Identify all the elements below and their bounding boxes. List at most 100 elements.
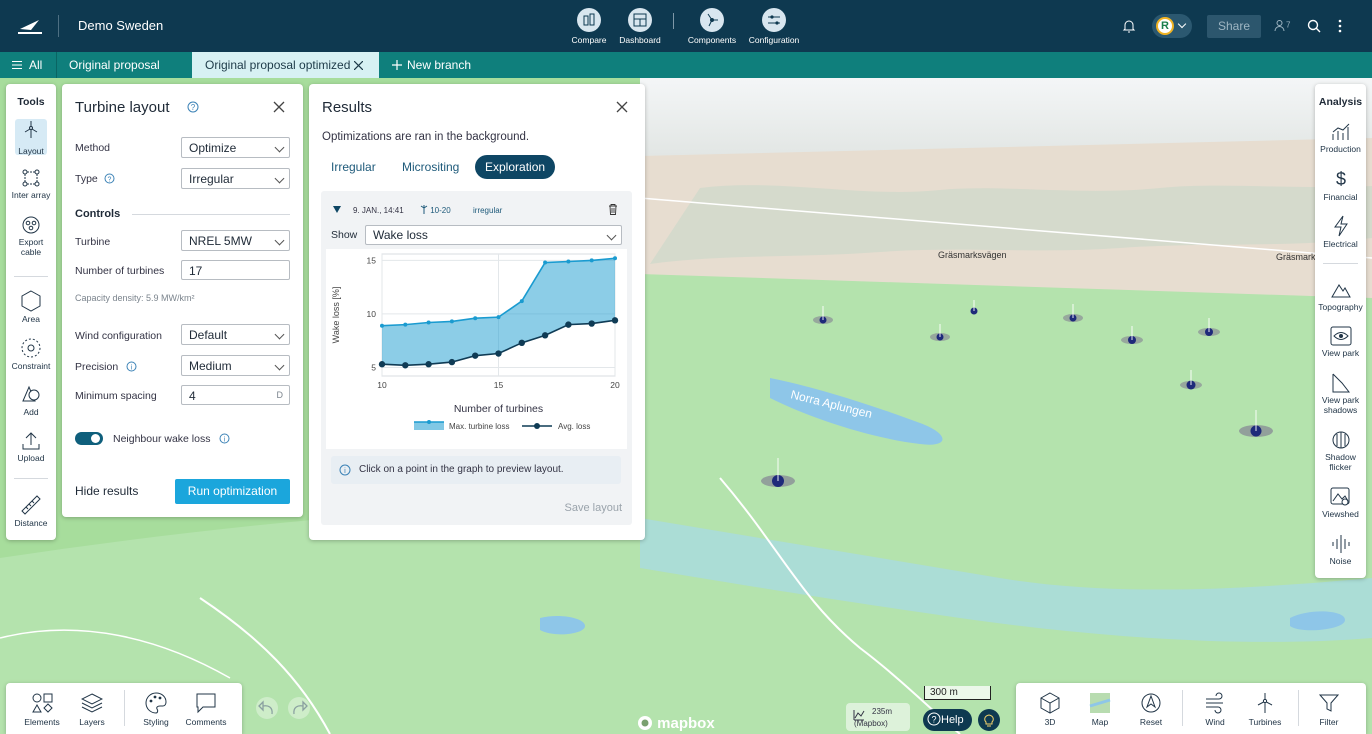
nav-compare[interactable]: Compare bbox=[571, 8, 607, 45]
nav-components[interactable]: Components bbox=[686, 8, 738, 45]
mapbox-text: mapbox bbox=[657, 715, 715, 732]
avg-loss-point[interactable] bbox=[541, 332, 549, 339]
tool-area[interactable]: Area bbox=[6, 290, 56, 324]
precision-value: Medium bbox=[189, 359, 232, 373]
num-turbines-input[interactable]: 17 bbox=[181, 260, 290, 280]
cable-icon bbox=[22, 216, 40, 234]
tab-micrositing[interactable]: Micrositing bbox=[393, 155, 468, 179]
wind-config-label: Wind configuration bbox=[75, 330, 162, 342]
tool-distance[interactable]: Distance bbox=[6, 494, 56, 528]
view-3d-button[interactable]: 3D bbox=[1034, 692, 1066, 727]
tab-original-proposal[interactable]: Original proposal bbox=[57, 52, 191, 78]
analysis-view-park[interactable]: View park bbox=[1315, 326, 1366, 358]
user-menu[interactable]: R bbox=[1152, 14, 1192, 38]
reset-view-button[interactable]: Reset bbox=[1134, 692, 1168, 727]
avg-loss-point[interactable] bbox=[425, 361, 432, 368]
tool-export-cable[interactable]: Export cable bbox=[6, 215, 56, 257]
wind-config-select[interactable]: Default bbox=[181, 324, 290, 345]
analysis-electrical[interactable]: Electrical bbox=[1315, 215, 1366, 249]
collapse-triangle-icon[interactable] bbox=[333, 206, 341, 213]
comments-button[interactable]: Comments bbox=[182, 692, 230, 727]
share-button[interactable]: Share bbox=[1207, 15, 1261, 38]
analysis-noise[interactable]: Noise bbox=[1315, 534, 1366, 566]
avg-loss-point[interactable] bbox=[565, 321, 572, 328]
tips-button[interactable] bbox=[978, 709, 1000, 731]
avg-loss-point[interactable] bbox=[518, 339, 525, 347]
show-select[interactable]: Wake loss bbox=[365, 225, 622, 245]
turbines-button[interactable]: Turbines bbox=[1246, 692, 1284, 727]
elements-button[interactable]: Elements bbox=[18, 692, 66, 727]
method-select[interactable]: Optimize bbox=[181, 137, 290, 158]
close-icon[interactable] bbox=[616, 101, 628, 113]
tool-label: Constraint bbox=[11, 361, 51, 371]
type-select[interactable]: Irregular bbox=[181, 168, 290, 189]
info-icon[interactable]: ? bbox=[104, 173, 115, 184]
tool-inter-array[interactable]: Inter array bbox=[6, 168, 56, 200]
styling-button[interactable]: Styling bbox=[136, 692, 176, 727]
more-menu-button[interactable] bbox=[1337, 19, 1343, 38]
hide-results-button[interactable]: Hide results bbox=[75, 484, 138, 498]
redo-button[interactable] bbox=[288, 697, 310, 719]
tab-all[interactable]: All bbox=[12, 52, 56, 78]
help-icon[interactable]: ? bbox=[187, 101, 199, 113]
new-branch-button[interactable]: New branch bbox=[392, 52, 492, 78]
help-button[interactable]: ? Help bbox=[923, 709, 972, 731]
analysis-topography[interactable]: Topography bbox=[1315, 280, 1366, 312]
tool-label: Inter array bbox=[11, 190, 51, 200]
analysis-financial[interactable]: $ Financial bbox=[1315, 168, 1366, 202]
analysis-viewshed[interactable]: Viewshed bbox=[1315, 487, 1366, 519]
nav-configuration[interactable]: Configuration bbox=[746, 8, 802, 45]
avg-loss-point[interactable] bbox=[495, 350, 502, 357]
elevation-readout: 235m (Mapbox) bbox=[846, 703, 910, 731]
avg-loss-point[interactable] bbox=[588, 320, 595, 327]
analysis-shadow-flicker[interactable]: Shadow flicker bbox=[1315, 430, 1366, 472]
project-title[interactable]: Demo Sweden bbox=[78, 18, 163, 33]
close-tab-icon[interactable] bbox=[354, 61, 363, 70]
sound-wave-icon bbox=[1332, 535, 1349, 553]
tool-constraint[interactable]: Constraint bbox=[6, 337, 56, 371]
turbine-icon bbox=[1257, 693, 1273, 713]
top-bar: Demo Sweden Compare Dashboard Components… bbox=[0, 0, 1372, 52]
mapbox-logo[interactable]: mapbox bbox=[637, 715, 715, 732]
avg-loss-point[interactable] bbox=[448, 358, 456, 366]
avg-loss-point[interactable] bbox=[472, 352, 479, 359]
user-count[interactable]: 7 bbox=[1273, 19, 1290, 32]
neighbour-wake-toggle[interactable] bbox=[75, 432, 103, 445]
undo-button[interactable] bbox=[256, 697, 278, 719]
turbine-select[interactable]: NREL 5MW bbox=[181, 230, 290, 251]
run-optimization-button[interactable]: Run optimization bbox=[175, 479, 290, 504]
wake-loss-chart[interactable]: 10 15 2051015Wake loss [%]Number of turbin… bbox=[326, 249, 627, 449]
notifications-button[interactable] bbox=[1121, 18, 1137, 39]
tool-add[interactable]: Add bbox=[6, 383, 56, 417]
wind-button[interactable]: Wind bbox=[1198, 692, 1232, 727]
tab-original-proposal-optimized[interactable]: Original proposal optimized bbox=[192, 52, 379, 78]
avg-loss-point[interactable] bbox=[402, 362, 409, 369]
analysis-view-park-shadows[interactable]: View park shadows bbox=[1315, 373, 1366, 415]
question-circle-icon: ? bbox=[927, 712, 941, 726]
undo-icon bbox=[258, 700, 273, 715]
type-value: Irregular bbox=[189, 172, 234, 186]
precision-select[interactable]: Medium bbox=[181, 355, 290, 376]
tool-label: View park shadows bbox=[1321, 395, 1360, 415]
avg-loss-point[interactable] bbox=[611, 317, 619, 324]
close-icon[interactable] bbox=[273, 101, 285, 113]
min-spacing-input[interactable]: 4D bbox=[181, 385, 290, 405]
info-icon[interactable]: i bbox=[126, 361, 137, 372]
filter-button[interactable]: Filter bbox=[1312, 692, 1346, 727]
search-button[interactable] bbox=[1307, 19, 1321, 38]
info-icon[interactable]: i bbox=[219, 433, 230, 444]
nav-dashboard[interactable]: Dashboard bbox=[619, 8, 661, 45]
analysis-production[interactable]: Production bbox=[1315, 122, 1366, 154]
tab-exploration[interactable]: Exploration bbox=[475, 155, 556, 179]
avg-loss-point[interactable] bbox=[378, 361, 386, 368]
layers-button[interactable]: Layers bbox=[72, 692, 112, 727]
map-style-button[interactable]: Map bbox=[1084, 692, 1116, 727]
app-logo[interactable] bbox=[17, 17, 43, 35]
tool-layout[interactable]: Layout bbox=[15, 119, 47, 156]
save-layout-button[interactable]: Save layout bbox=[565, 502, 622, 514]
tab-irregular[interactable]: Irregular bbox=[322, 155, 385, 179]
dollar-icon: $ bbox=[1335, 169, 1345, 189]
elements-icon bbox=[32, 693, 53, 713]
tool-upload[interactable]: Upload bbox=[6, 431, 56, 463]
trash-icon[interactable] bbox=[608, 204, 618, 215]
